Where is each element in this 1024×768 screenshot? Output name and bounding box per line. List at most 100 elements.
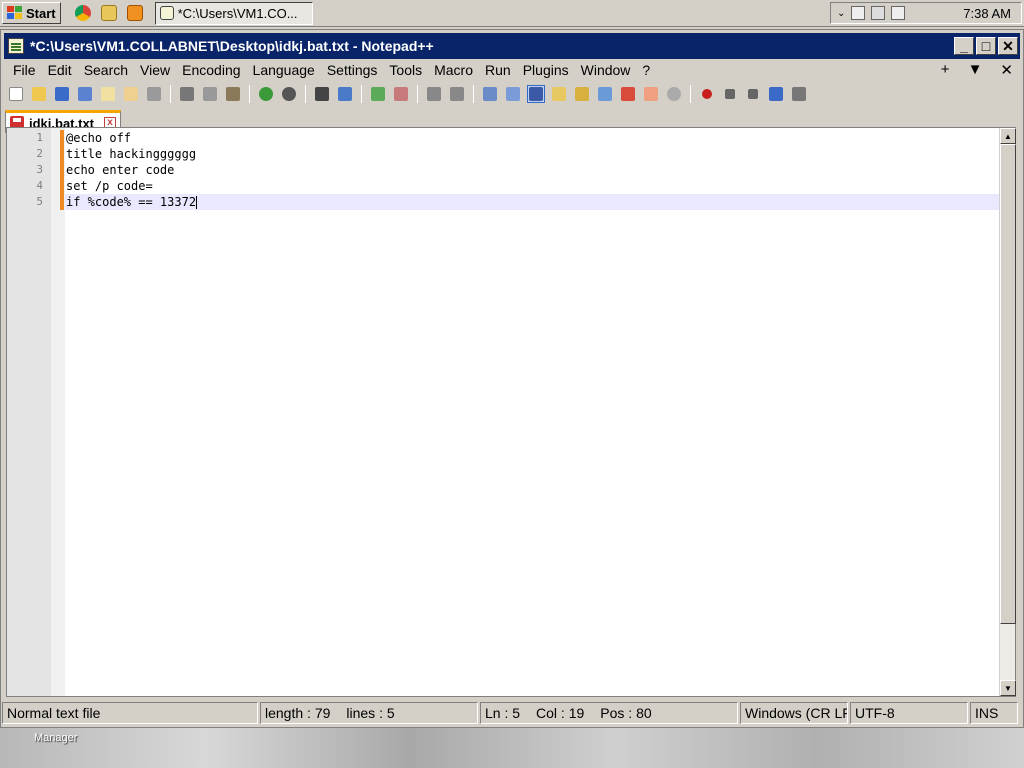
chevron-down-icon[interactable]: ⌄ [837,8,845,19]
taskbar: Start *C:\Users\VM1.CO... ⌄ 7:38 AM [0,0,1024,27]
clock[interactable]: 7:38 AM [963,6,1011,21]
menu-help[interactable]: ? [636,62,656,78]
menu-edit[interactable]: Edit [42,62,78,78]
zoom-in-icon[interactable] [369,85,387,103]
editor[interactable]: 1 2 3 4 5 @echo off title hackingggggg e… [6,127,1016,697]
menu-search[interactable]: Search [78,62,134,78]
zoom-out-icon[interactable] [392,85,410,103]
find-icon[interactable] [313,85,331,103]
quick-launch [74,5,143,21]
line-number: 4 [36,179,43,192]
monitoring-icon[interactable] [619,85,637,103]
plus-icon[interactable]: + [941,61,950,79]
media-player-icon[interactable] [126,5,143,21]
menu-tools[interactable]: Tools [383,62,428,78]
show-all-chars-icon[interactable] [504,85,522,103]
open-file-icon[interactable] [30,85,48,103]
status-insert-mode[interactable]: INS [970,702,1018,724]
menu-window[interactable]: Window [575,62,637,78]
paste-icon[interactable] [224,85,242,103]
desktop-icon-label[interactable]: Manager [34,732,77,744]
system-tray: ⌄ 7:38 AM [830,2,1022,24]
menu-language[interactable]: Language [247,62,321,78]
change-history-marker [60,130,64,210]
new-file-icon[interactable] [7,85,25,103]
copy-icon[interactable] [201,85,219,103]
fold-margin [51,128,65,696]
minimize-button[interactable]: _ [954,37,974,55]
sync-horizontal-icon[interactable] [448,85,466,103]
code-line-text: if %code% == 13372 [66,195,197,209]
stop-macro-icon[interactable] [721,85,739,103]
taskbar-notepad-button[interactable]: *C:\Users\VM1.CO... [154,1,313,25]
print-icon[interactable] [145,85,163,103]
notepad-plus-icon [8,38,24,54]
play-macro-icon[interactable] [744,85,762,103]
doc-map-icon[interactable] [550,85,568,103]
start-button[interactable]: Start [2,2,61,24]
menu-view[interactable]: View [134,62,176,78]
network-icon[interactable] [871,6,886,20]
file-explorer-icon[interactable] [100,5,117,21]
title-bar[interactable]: *C:\Users\VM1.COLLABNET\Desktop\idkj.bat… [4,33,1020,59]
status-ln: Ln : 5 [485,705,521,721]
save-icon[interactable] [53,85,71,103]
menu-file[interactable]: File [7,62,42,78]
close-button[interactable]: ✕ [998,37,1018,55]
code-line[interactable]: @echo off [65,130,1000,146]
menu-run[interactable]: Run [479,62,517,78]
function-list-icon[interactable] [573,85,591,103]
code-line[interactable]: set /p code= [65,178,1000,194]
network-error-icon[interactable] [851,6,866,20]
menu-plugins[interactable]: Plugins [517,62,575,78]
dropdown-arrow-icon[interactable]: ▼ [968,61,983,79]
vertical-scrollbar[interactable]: ▲ ▼ [999,128,1016,696]
status-pos: Pos : 80 [600,705,652,721]
status-length: length : 79 [265,705,331,721]
scroll-down-arrow-icon[interactable]: ▼ [1000,680,1016,696]
toolbar-separator [170,85,171,103]
menu-macro[interactable]: Macro [428,62,479,78]
folder-icon[interactable] [642,85,660,103]
save-macro-icon[interactable] [790,85,808,103]
scroll-up-arrow-icon[interactable]: ▲ [1000,128,1016,144]
sync-vertical-icon[interactable] [425,85,443,103]
cut-icon[interactable] [178,85,196,103]
code-area[interactable]: @echo off title hackingggggg echo enter … [65,130,1000,210]
word-wrap-icon[interactable] [481,85,499,103]
status-position: Ln : 5 Col : 19 Pos : 80 [480,702,738,724]
status-eol[interactable]: Windows (CR LF) [740,702,848,724]
maximize-button[interactable]: □ [976,37,996,55]
current-line[interactable]: if %code% == 13372 [65,194,1000,210]
folder-workspace-icon[interactable] [596,85,614,103]
redo-icon[interactable] [280,85,298,103]
close-all-icon[interactable] [122,85,140,103]
line-number: 1 [36,131,43,144]
chrome-icon[interactable] [74,5,91,21]
desktop-background: Manager [0,728,1024,768]
close-icon[interactable] [99,85,117,103]
status-encoding[interactable]: UTF-8 [850,702,968,724]
record-macro-icon[interactable] [698,85,716,103]
save-all-icon[interactable] [76,85,94,103]
line-number: 2 [36,147,43,160]
taskbar-notepad-label: *C:\Users\VM1.CO... [177,5,298,21]
menu-settings[interactable]: Settings [321,62,384,78]
code-line[interactable]: echo enter code [65,162,1000,178]
close-tab-icon[interactable]: ✕ [1000,61,1013,79]
indent-guide-icon[interactable] [527,85,545,103]
volume-muted-icon[interactable] [891,6,906,20]
menu-encoding[interactable]: Encoding [176,62,246,78]
scrollbar-thumb[interactable] [1000,144,1016,624]
eye-icon[interactable] [665,85,683,103]
code-line[interactable]: title hackingggggg [65,146,1000,162]
status-length-lines: length : 79 lines : 5 [260,702,478,724]
toolbar-separator [305,85,306,103]
toolbar-separator [417,85,418,103]
undo-icon[interactable] [257,85,275,103]
status-lines: lines : 5 [346,705,395,721]
line-number: 3 [36,163,43,176]
run-macro-multiple-icon[interactable] [767,85,785,103]
replace-icon[interactable] [336,85,354,103]
toolbar-separator [473,85,474,103]
